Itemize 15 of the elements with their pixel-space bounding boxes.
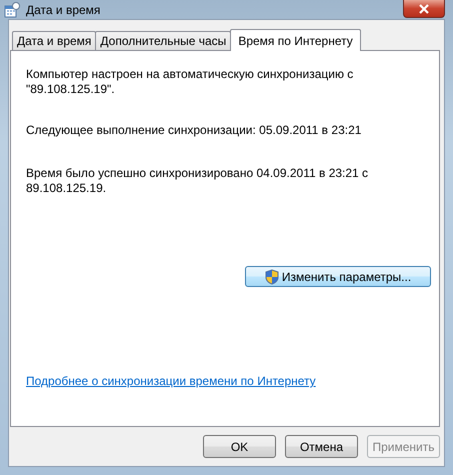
dialog-button[interactable]: OK (203, 435, 276, 458)
dialog-button[interactable]: Отмена (285, 435, 358, 458)
close-button[interactable] (403, 0, 445, 18)
status-text: Время было успешно синхронизировано 04.09.2011 в 23:21 с 89.108.125.19. (26, 166, 370, 196)
window-title: Дата и время (26, 2, 100, 16)
status-text: Компьютер настроен на автоматическую синхронизацию с "89.108.125.19". (26, 67, 354, 97)
calendar-clock-icon (4, 2, 20, 18)
shield-icon (264, 268, 279, 284)
help-link[interactable]: Подробнее о синхронизации времени по Интернету (26, 374, 316, 388)
change-settings-button[interactable]: Изменить параметры... (245, 266, 431, 287)
tab[interactable]: Дата и время (12, 31, 96, 50)
tab[interactable]: Дополнительные часы (95, 31, 232, 50)
status-text: Следующее выполнение синхронизации: 05.09.2011 в 23:21 (26, 123, 362, 138)
close-icon (418, 4, 430, 14)
tab[interactable]: Время по Интернету (230, 29, 361, 51)
